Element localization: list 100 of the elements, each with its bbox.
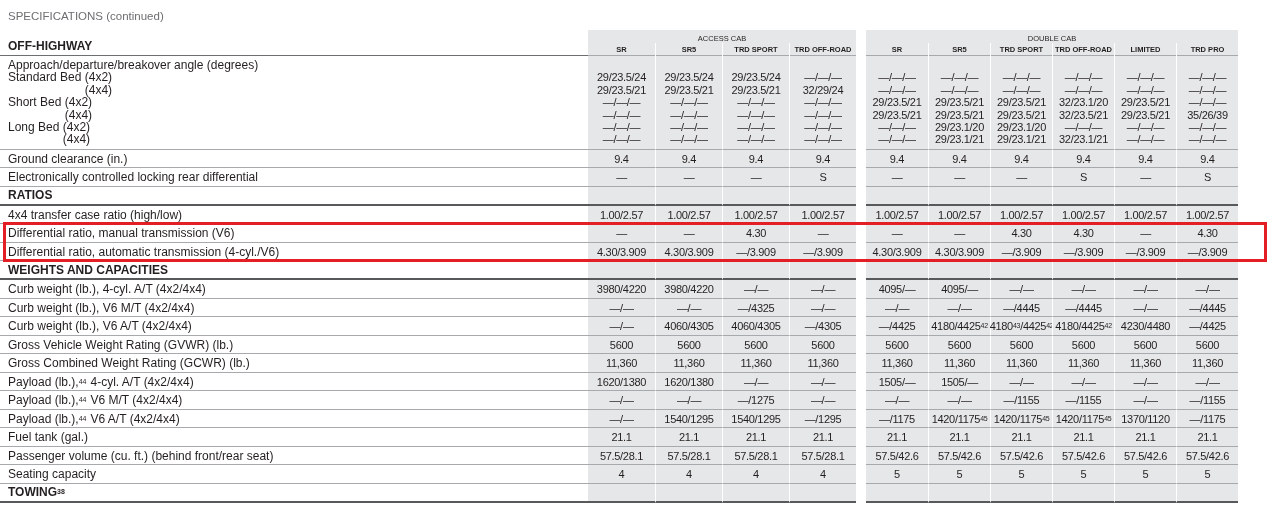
table-cell: 29/23.5/21 <box>997 108 1046 121</box>
table-cell: 29/23.5/21 <box>1121 108 1170 121</box>
table-cell: 32/23.5/21 <box>1059 108 1108 121</box>
table-cell: —/— <box>722 280 789 299</box>
table-cell: —/—/— <box>1126 83 1165 97</box>
table-cell: — <box>990 168 1052 187</box>
table-cell: 4095/— <box>866 280 928 299</box>
table-cell: 35/26/39 <box>1187 108 1228 121</box>
table-cell: 21.1 <box>1114 428 1176 447</box>
table-cell: —/— <box>1176 280 1238 299</box>
table-cell: —/—/— <box>1126 133 1165 146</box>
table-cell: 29/23.1/20 <box>997 121 1046 134</box>
table-cell: 5 <box>866 465 928 484</box>
row-label: (4x2) <box>84 71 113 84</box>
row-label: Gross Vehicle Weight Rating (GVWR) (lb.) <box>0 335 588 355</box>
table-cell: —/—/— <box>670 108 708 121</box>
table-cell: —/—/— <box>878 121 916 134</box>
table-cell: 29/23.5/21 <box>731 83 781 97</box>
table-cell: —/—/— <box>940 83 979 97</box>
row-label: Payload (lb.),$^{44}$ V6 A/T (4x2/4x4) <box>0 409 588 429</box>
table-cell: —/—/— <box>878 71 916 84</box>
row-label: Curb weight (lb.), 4-cyl. A/T (4x2/4x4) <box>0 280 588 299</box>
table-cell: 5 <box>1176 465 1238 484</box>
table-cell: 4 <box>588 465 655 484</box>
table-cell: 5 <box>1052 465 1114 484</box>
table-cell: 4180/4425$^{42}$ <box>928 317 990 336</box>
row-label: (4x4) <box>64 108 93 122</box>
table-cell: —/— <box>655 391 722 410</box>
table-cell: —/—/— <box>737 108 775 121</box>
table-cell: 21.1 <box>1176 428 1238 447</box>
table-cell: 29/23.5/21 <box>872 108 922 121</box>
table-cell: S <box>789 168 856 187</box>
table-cell: —/—/— <box>1188 133 1227 146</box>
table-cell: —/—/— <box>602 108 641 121</box>
table-cell: —/— <box>588 317 655 336</box>
table-cell: — <box>722 168 789 187</box>
table-cell: 21.1 <box>655 428 722 447</box>
section-heading: WEIGHTS AND CAPACITIES <box>0 261 588 281</box>
table-cell: 11,360 <box>990 354 1052 373</box>
table-cell: 29/23.1/21 <box>935 133 984 146</box>
table-cell: —/—/— <box>1188 121 1227 134</box>
table-cell: 21.1 <box>722 428 789 447</box>
table-cell: —/—/— <box>1188 96 1227 109</box>
table-cell: —/—/— <box>602 133 641 146</box>
table-cell: —/—/— <box>670 133 708 146</box>
table-cell: 11,360 <box>722 354 789 373</box>
table-cell: 5 <box>1114 465 1176 484</box>
table-cell: —/—/— <box>1064 71 1103 84</box>
table-cell: —/—/— <box>878 133 916 146</box>
table-cell: 29/23.5/21 <box>997 96 1046 109</box>
row-label: Ground clearance (in.) <box>0 149 588 169</box>
row-label: (4x4) <box>84 83 113 97</box>
section-heading: RATIOS <box>0 186 588 206</box>
table-cell: 4060/4305 <box>655 317 722 336</box>
table-cell: 4230/4480 <box>1114 317 1176 336</box>
row-label: (4x2) <box>64 96 93 109</box>
table-cell: —/—/— <box>1188 83 1227 97</box>
row-label: Long Bed <box>8 121 61 134</box>
table-cell: 29/23.5/21 <box>872 96 922 109</box>
table-cell: —/— <box>789 280 856 299</box>
table-cell: —/— <box>1052 280 1114 299</box>
table-cell: 11,360 <box>866 354 928 373</box>
table-cell: 29/23.1/21 <box>997 133 1046 146</box>
table-cell: 21.1 <box>1052 428 1114 447</box>
table-cell: 32/23.1/21 <box>1059 133 1108 146</box>
table-cell: — <box>588 168 655 187</box>
table-cell: —/—/— <box>1188 71 1227 84</box>
row-label: Approach/departure/breakover angle (degrees) <box>8 59 259 72</box>
table-cell: —/—/— <box>1126 121 1165 134</box>
table-cell: 21.1 <box>789 428 856 447</box>
table-cell: 11,360 <box>1176 354 1238 373</box>
table-cell: — <box>928 168 990 187</box>
table-cell: —/— <box>789 391 856 410</box>
table-cell: 11,360 <box>588 354 655 373</box>
row-label: Passenger volume (cu. ft.) (behind front/rear seat) <box>0 446 588 466</box>
table-cell: —/—/— <box>804 71 842 84</box>
section-heading: OFF-HIGHWAY <box>0 30 588 56</box>
table-cell: 21.1 <box>928 428 990 447</box>
table-cell: —/—/— <box>1064 83 1103 97</box>
table-cell: 11,360 <box>1114 354 1176 373</box>
table-cell: —/—/— <box>1126 71 1165 84</box>
table-cell: —/—/— <box>1064 121 1103 134</box>
table-cell: —/— <box>990 280 1052 299</box>
row-label: Fuel tank (gal.) <box>0 428 588 447</box>
table-cell: 5 <box>990 465 1052 484</box>
table-cell: —/4305 <box>789 317 856 336</box>
table-cell: 29/23.5/24 <box>597 71 646 84</box>
table-cell: 29/23.5/21 <box>935 96 984 109</box>
table-cell: S <box>1176 168 1238 187</box>
row-label: Differential ratio, manual transmission (V6) <box>0 224 588 243</box>
table-cell: —/—/— <box>602 121 641 134</box>
table-cell: 11,360 <box>789 354 856 373</box>
table-cell: —/— <box>1114 280 1176 299</box>
table-cell: —/—/— <box>1002 83 1041 97</box>
table-cell: —/—/— <box>804 108 842 121</box>
table-cell: —/—/— <box>878 83 916 97</box>
table-cell: 21.1 <box>990 428 1052 447</box>
row-label: Standard Bed <box>8 71 82 84</box>
table-cell: 32/29/24 <box>802 83 844 97</box>
table-cell: 4180/4425$^{42}$ <box>1052 317 1114 336</box>
